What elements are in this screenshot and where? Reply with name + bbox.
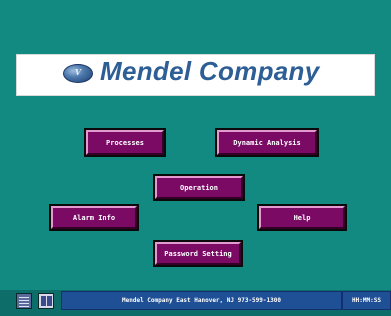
- password-setting-button[interactable]: Password Setting: [153, 240, 243, 267]
- menu-icon[interactable]: [16, 293, 32, 309]
- dynamic-analysis-button[interactable]: Dynamic Analysis: [215, 128, 319, 157]
- operation-button[interactable]: Operation: [153, 174, 245, 201]
- status-bar-text: Mendel Company East Hanover, NJ 973-599-…: [61, 291, 342, 310]
- alarm-info-button[interactable]: Alarm Info: [49, 204, 139, 231]
- company-name: Mendel Company: [100, 56, 320, 86]
- help-button[interactable]: Help: [257, 204, 347, 231]
- logo-mark: V: [74, 67, 82, 77]
- main-screen: V Mendel Company Processes Dynamic Analy…: [0, 0, 391, 316]
- clock-display: HH:MM:SS: [342, 291, 391, 310]
- book-icon[interactable]: [38, 293, 54, 309]
- processes-button[interactable]: Processes: [84, 128, 166, 157]
- company-logo-icon: V: [63, 64, 93, 83]
